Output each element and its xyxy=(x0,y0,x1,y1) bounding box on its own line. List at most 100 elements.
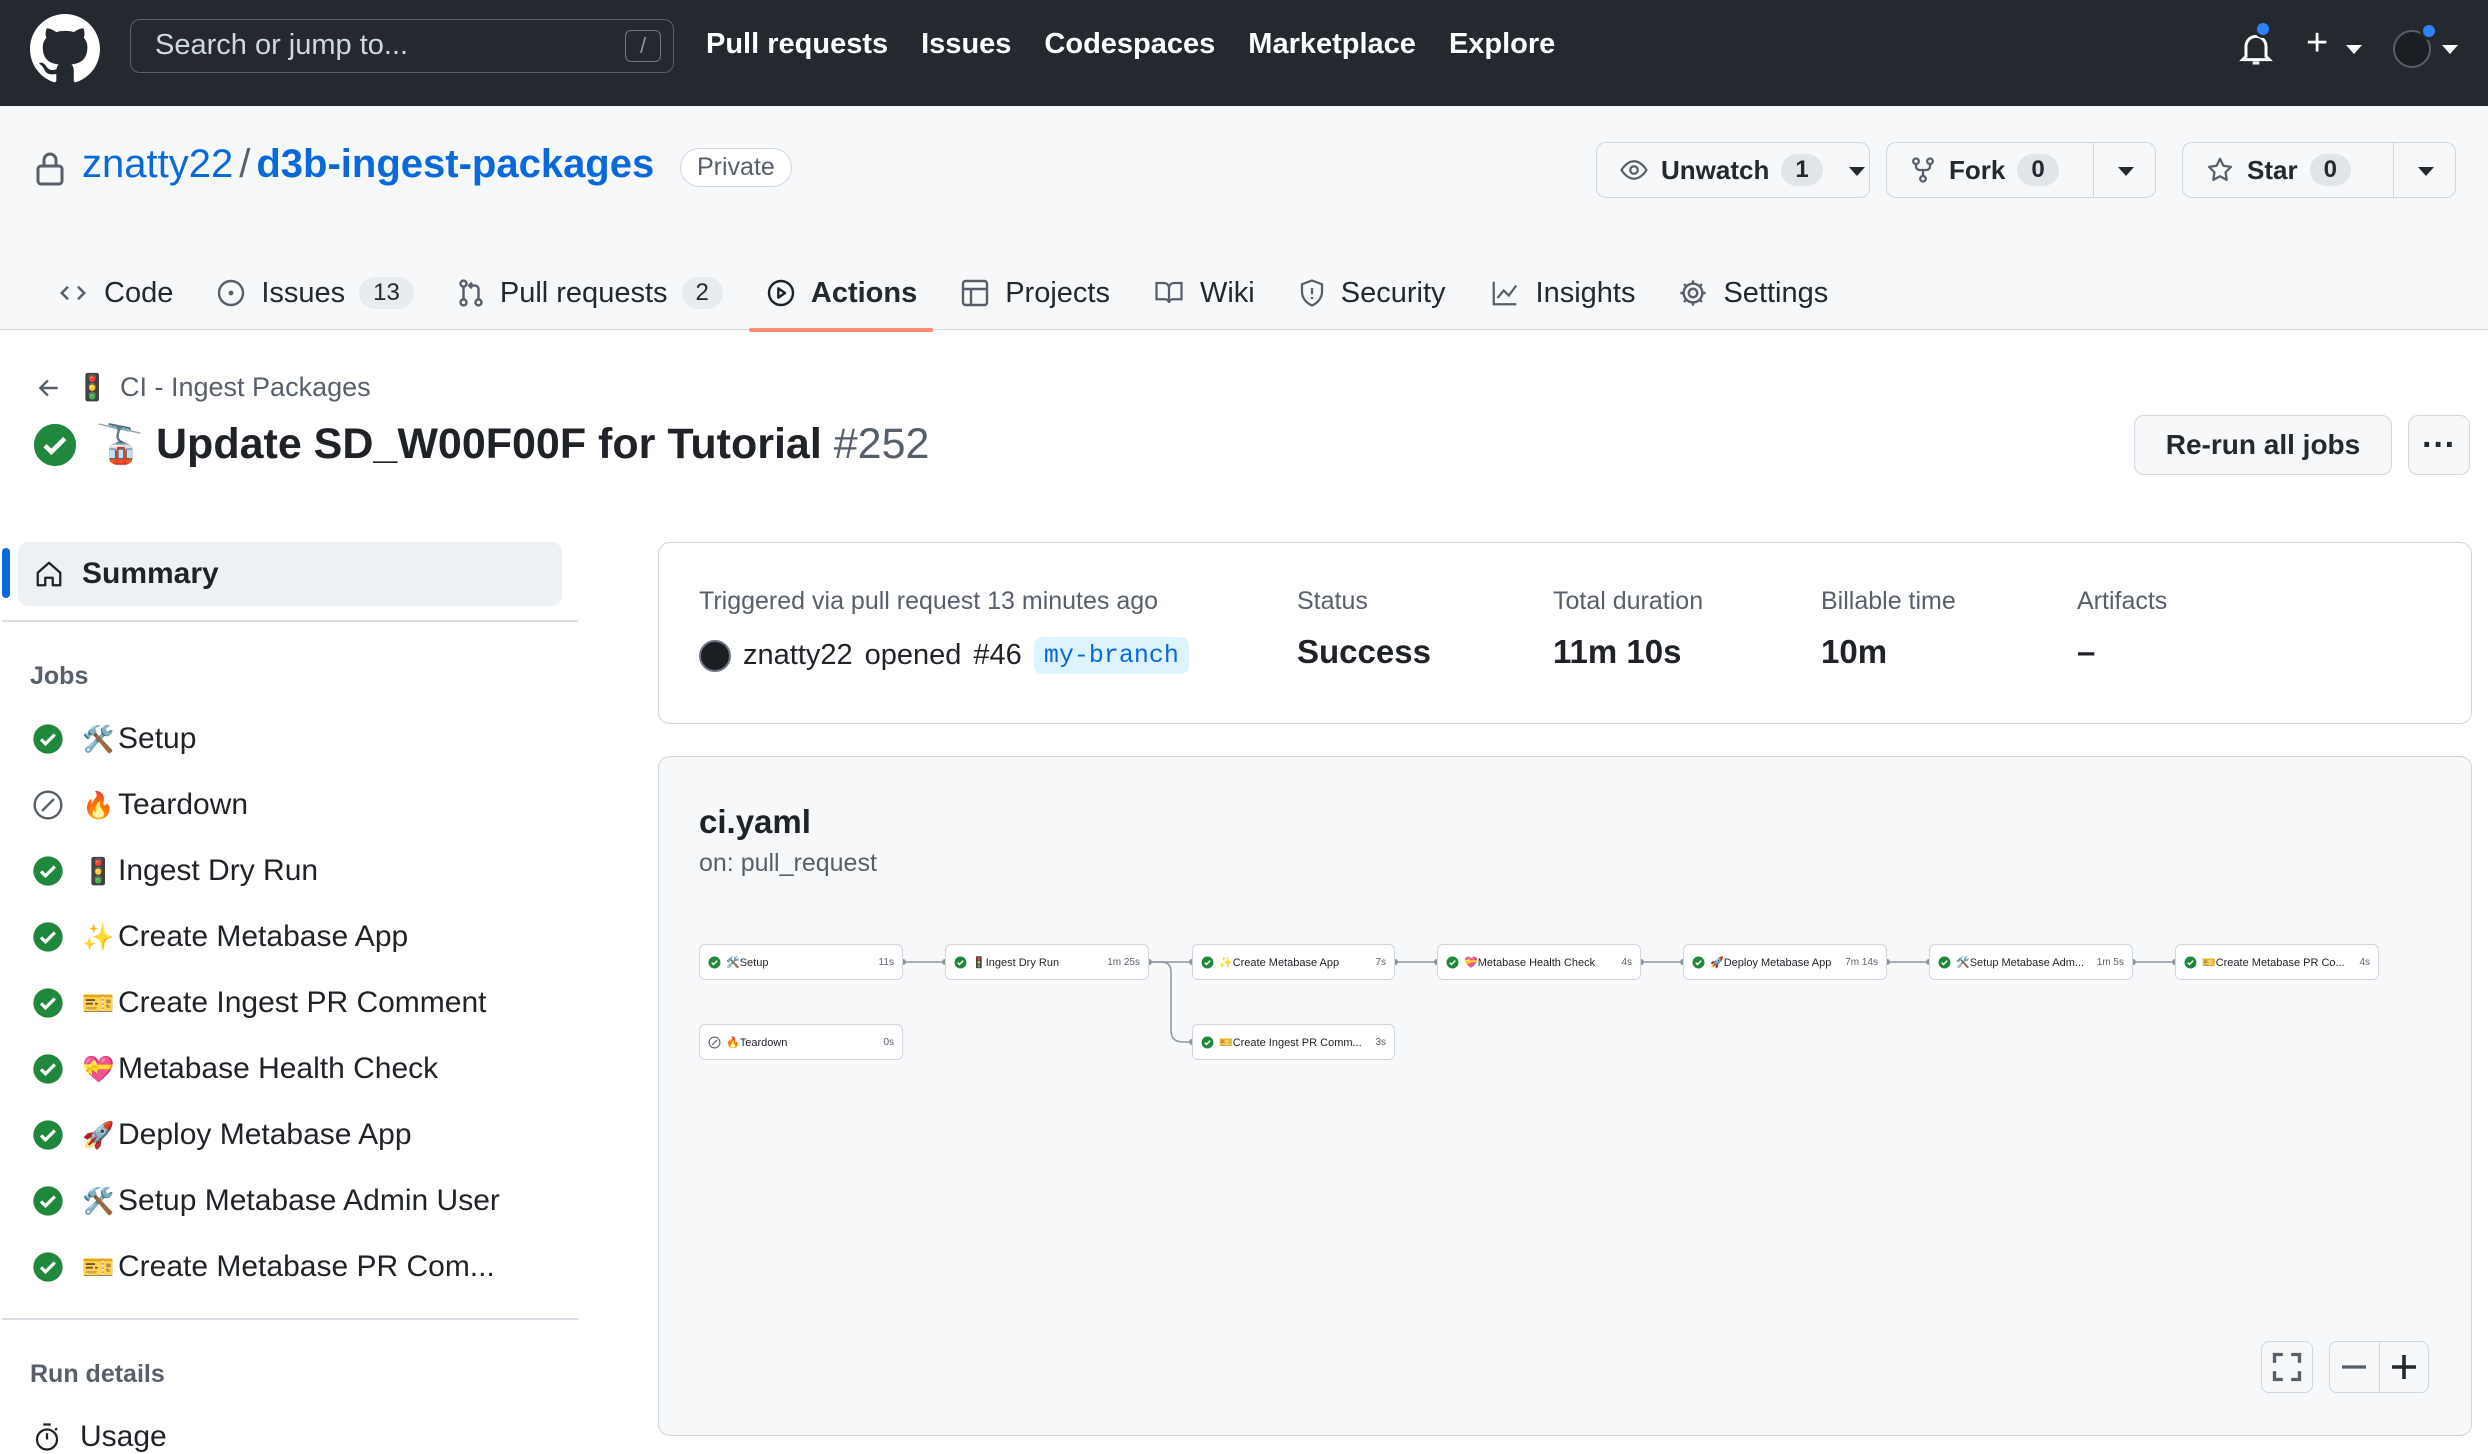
graph-job-create-metabase-pr-comment[interactable]: 🎫Create Metabase PR Co... 4s xyxy=(2175,944,2379,980)
repo-name-link[interactable]: d3b-ingest-packages xyxy=(256,142,654,186)
duration-value[interactable]: 11m 10s xyxy=(1553,633,1681,671)
eye-icon xyxy=(1620,160,1648,180)
sidebar-job-setup[interactable]: 🛠️ Setup xyxy=(32,722,196,756)
nav-marketplace[interactable]: Marketplace xyxy=(1248,28,1416,61)
graph-job-setup-metabase-admin-user[interactable]: 🛠️Setup Metabase Adm... 1m 5s xyxy=(1929,944,2133,980)
tab-settings[interactable]: Settings xyxy=(1661,256,1844,330)
traffic-light-icon: 🚦 xyxy=(972,956,986,969)
rerun-all-jobs-button[interactable]: Re-run all jobs xyxy=(2134,415,2392,475)
graph-job-name: Create Metabase PR Co... xyxy=(2215,956,2345,969)
tab-label: Actions xyxy=(810,276,918,309)
graph-job-create-metabase-app[interactable]: ✨Create Metabase App 7s xyxy=(1192,944,1395,980)
zoom-controls xyxy=(2329,1341,2429,1393)
home-icon xyxy=(36,561,62,587)
traffic-light-icon: 🚦 xyxy=(82,855,115,886)
workflow-graph: ci.yaml on: pull_request 🛠️Setup 11s 🔥Te… xyxy=(658,756,2472,1436)
graph-job-create-ingest-pr-comment[interactable]: 🎫Create Ingest PR Comm... 3s xyxy=(1192,1024,1395,1060)
graph-job-setup[interactable]: 🛠️Setup 11s xyxy=(699,944,903,980)
play-icon xyxy=(767,279,795,307)
create-new-caret-icon[interactable] xyxy=(2346,45,2362,54)
tab-security[interactable]: Security xyxy=(1281,256,1462,330)
repo-tabs: Code Issues 13 Pull requests 2 Actions P… xyxy=(40,256,1854,332)
summary-label: Summary xyxy=(82,557,219,590)
user-menu-caret-icon[interactable] xyxy=(2442,45,2458,54)
actor-avatar[interactable] xyxy=(699,639,731,672)
tab-projects[interactable]: Projects xyxy=(943,256,1126,330)
job-name: Metabase Health Check xyxy=(118,1052,439,1085)
kebab-menu-icon[interactable]: ··· xyxy=(2408,415,2470,475)
job-name: Setup Metabase Admin User xyxy=(118,1184,500,1217)
run-title-text: Update SD_W00F00F for Tutorial xyxy=(156,420,822,468)
create-new-icon[interactable]: + xyxy=(2306,22,2328,65)
success-check-icon xyxy=(954,956,967,968)
sidebar-job-deploy-metabase-app[interactable]: 🚀 Deploy Metabase App xyxy=(32,1118,412,1152)
workflow-name-link[interactable]: CI - Ingest Packages xyxy=(120,372,371,403)
sidebar-job-metabase-health-check[interactable]: 💝 Metabase Health Check xyxy=(32,1052,438,1086)
unwatch-label: Unwatch xyxy=(1661,154,1770,185)
shield-icon xyxy=(1300,279,1323,307)
ticket-icon: 🎫 xyxy=(2202,956,2216,969)
tab-pull-requests[interactable]: Pull requests 2 xyxy=(440,256,739,330)
graph-icon xyxy=(1492,281,1517,306)
sidebar-job-teardown[interactable]: 🔥 Teardown xyxy=(32,788,248,822)
watch-dropdown-button[interactable] xyxy=(1839,143,1869,197)
graph-job-deploy-metabase-app[interactable]: 🚀Deploy Metabase App 7m 14s xyxy=(1683,944,1887,980)
workflow-breadcrumb: 🚦 CI - Ingest Packages xyxy=(36,372,371,403)
graph-job-metabase-health-check[interactable]: 💝Metabase Health Check 4s xyxy=(1437,944,1641,980)
star-button[interactable]: Star 0 xyxy=(2183,143,2393,197)
sidebar-job-setup-metabase-admin-user[interactable]: 🛠️ Setup Metabase Admin User xyxy=(32,1184,500,1218)
graph-job-label: 🚀Deploy Metabase App xyxy=(1710,956,1839,969)
job-name: Create Metabase App xyxy=(118,920,409,953)
fork-dropdown-button[interactable] xyxy=(2093,143,2155,197)
trigger-details: znatty22 opened #46 my-branch xyxy=(699,637,1189,674)
github-logo-icon[interactable] xyxy=(30,14,100,84)
tab-insights[interactable]: Insights xyxy=(1472,256,1652,330)
sidebar-job-create-ingest-pr-comment[interactable]: 🎫 Create Ingest PR Comment xyxy=(32,986,486,1020)
run-title: 🚡 Update SD_W00F00F for Tutorial #252 xyxy=(32,420,929,469)
tab-code[interactable]: Code xyxy=(40,256,189,330)
graph-job-duration: 0s xyxy=(883,1036,894,1048)
graph-job-teardown[interactable]: 🔥Teardown 0s xyxy=(699,1024,903,1060)
tab-wiki[interactable]: Wiki xyxy=(1136,256,1271,330)
graph-job-name: Teardown xyxy=(739,1036,788,1049)
arrow-left-icon[interactable] xyxy=(36,375,62,401)
unwatch-button[interactable]: Unwatch 1 xyxy=(1597,143,1839,197)
watch-button-group: Unwatch 1 xyxy=(1596,142,1870,198)
tab-actions[interactable]: Actions xyxy=(748,256,934,332)
nav-issues[interactable]: Issues xyxy=(921,28,1011,61)
tab-label: Pull requests xyxy=(499,276,668,309)
sidebar-item-usage[interactable]: Usage xyxy=(32,1420,167,1454)
hammer-and-wrench-icon: 🛠️ xyxy=(82,723,115,754)
ticket-icon: 🎫 xyxy=(82,1251,115,1282)
sidebar-job-create-metabase-app[interactable]: ✨ Create Metabase App xyxy=(32,920,408,954)
search-box[interactable]: / xyxy=(130,19,674,73)
search-input[interactable] xyxy=(155,20,595,71)
fire-icon: 🔥 xyxy=(82,789,115,820)
graph-job-ingest-dry-run[interactable]: 🚦Ingest Dry Run 1m 25s xyxy=(945,944,1149,980)
fullscreen-button[interactable] xyxy=(2261,1341,2313,1393)
branch-badge[interactable]: my-branch xyxy=(1033,637,1189,674)
pr-link[interactable]: #46 xyxy=(973,639,1021,672)
sidebar-job-ingest-dry-run[interactable]: 🚦 Ingest Dry Run xyxy=(32,854,318,888)
skipped-icon xyxy=(33,790,63,820)
repo-owner-link[interactable]: znatty22 xyxy=(82,142,233,186)
star-count: 0 xyxy=(2309,154,2351,186)
fork-button[interactable]: Fork 0 xyxy=(1887,143,2093,197)
nav-pull-requests[interactable]: Pull requests xyxy=(706,28,888,61)
zoom-in-button[interactable] xyxy=(2380,1342,2428,1392)
issue-icon xyxy=(218,279,245,307)
star-dropdown-button[interactable] xyxy=(2393,143,2455,197)
search-shortcut-key: / xyxy=(625,30,661,62)
graph-connectors xyxy=(900,959,2178,1045)
tab-issues[interactable]: Issues 13 xyxy=(199,256,430,330)
plus-icon xyxy=(2392,1355,2416,1379)
jobs-heading: Jobs xyxy=(30,662,89,690)
graph-job-duration: 11s xyxy=(878,956,894,968)
sidebar-item-summary[interactable]: Summary xyxy=(18,542,562,606)
nav-codespaces[interactable]: Codespaces xyxy=(1044,28,1215,61)
sidebar-job-create-metabase-pr-comment[interactable]: 🎫 Create Metabase PR Com... xyxy=(32,1250,495,1284)
graph-job-label: 💝Metabase Health Check xyxy=(1464,956,1615,969)
zoom-out-button[interactable] xyxy=(2330,1342,2380,1392)
actor-link[interactable]: znatty22 xyxy=(743,639,853,672)
nav-explore[interactable]: Explore xyxy=(1449,28,1555,61)
